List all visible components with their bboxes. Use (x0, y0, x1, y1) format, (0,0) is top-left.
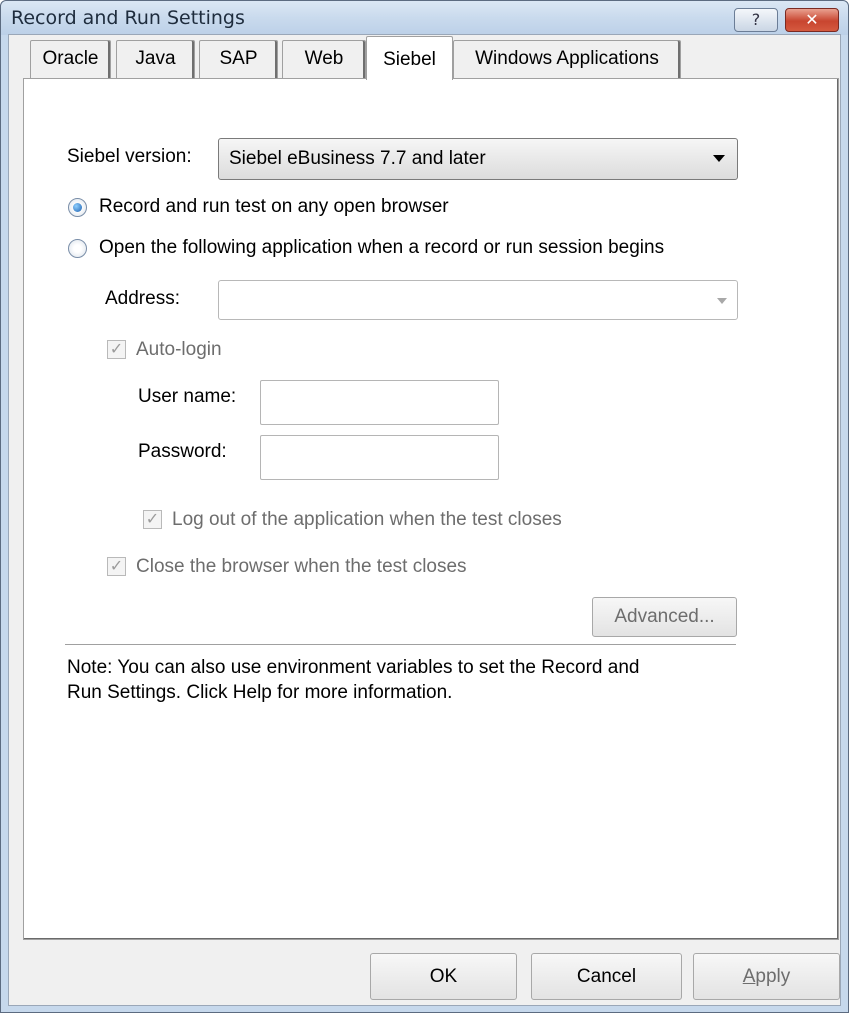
auto-login-checkbox[interactable]: ✓ (107, 340, 126, 359)
tab-windows-applications[interactable]: Windows Applications (453, 40, 681, 78)
note-line-1: Note: You can also use environment varia… (67, 657, 640, 678)
siebel-version-label: Siebel version: (67, 146, 192, 167)
address-label: Address: (105, 288, 180, 309)
password-input[interactable] (260, 435, 499, 480)
ok-button[interactable]: OK (370, 953, 517, 1000)
note-text: Note: You can also use environment varia… (67, 655, 767, 705)
chevron-down-icon (713, 155, 725, 162)
divider (65, 644, 736, 646)
question-icon: ? (751, 10, 761, 29)
advanced-button[interactable]: Advanced... (592, 597, 737, 637)
close-button[interactable]: ✕ (785, 8, 839, 32)
title-bar[interactable]: Record and Run Settings ? ✕ (1, 1, 848, 35)
advanced-button-label: Advanced... (614, 606, 715, 627)
checkmark-icon: ✓ (145, 511, 160, 528)
tab-oracle[interactable]: Oracle (30, 40, 111, 78)
help-button[interactable]: ? (734, 8, 778, 32)
tab-java[interactable]: Java (116, 40, 195, 78)
close-browser-label: Close the browser when the test closes (136, 556, 467, 577)
checkmark-icon: ✓ (109, 341, 124, 358)
ok-button-label: OK (429, 966, 458, 987)
tab-sap[interactable]: SAP (199, 40, 278, 78)
chevron-down-icon (717, 298, 727, 304)
tab-oracle-label: Oracle (42, 48, 99, 69)
cancel-button-label: Cancel (576, 966, 637, 987)
tab-siebel-label: Siebel (383, 49, 436, 70)
radio-any-open-browser-label: Record and run test on any open browser (99, 196, 449, 217)
radio-open-application-label: Open the following application when a re… (99, 237, 665, 258)
apply-button-label: pply (755, 966, 791, 987)
user-name-input[interactable] (260, 380, 499, 425)
logout-label: Log out of the application when the test… (172, 509, 562, 530)
tab-siebel[interactable]: Siebel (366, 36, 453, 80)
apply-accelerator: A (742, 966, 756, 987)
checkmark-icon: ✓ (109, 558, 124, 575)
tab-windows-applications-label: Windows Applications (475, 48, 659, 69)
siebel-version-select[interactable]: Siebel eBusiness 7.7 and later (218, 138, 738, 180)
tab-web[interactable]: Web (282, 40, 366, 78)
tab-java-label: Java (135, 48, 176, 69)
radio-open-application[interactable] (68, 239, 87, 258)
cancel-button[interactable]: Cancel (531, 953, 682, 1000)
password-label: Password: (138, 441, 227, 462)
tab-web-label: Web (304, 48, 344, 69)
apply-button[interactable]: Apply (693, 953, 840, 1000)
tab-sap-label: SAP (219, 48, 258, 69)
user-name-label: User name: (138, 386, 237, 407)
window-title: Record and Run Settings (11, 7, 245, 29)
auto-login-label: Auto-login (136, 339, 222, 360)
close-icon: ✕ (805, 10, 819, 29)
logout-checkbox[interactable]: ✓ (143, 510, 162, 529)
note-line-2: Run Settings. Click Help for more inform… (67, 682, 453, 703)
siebel-version-value: Siebel eBusiness 7.7 and later (229, 148, 486, 169)
radio-any-open-browser[interactable] (68, 198, 87, 217)
address-combobox[interactable] (218, 280, 738, 320)
close-browser-checkbox[interactable]: ✓ (107, 557, 126, 576)
